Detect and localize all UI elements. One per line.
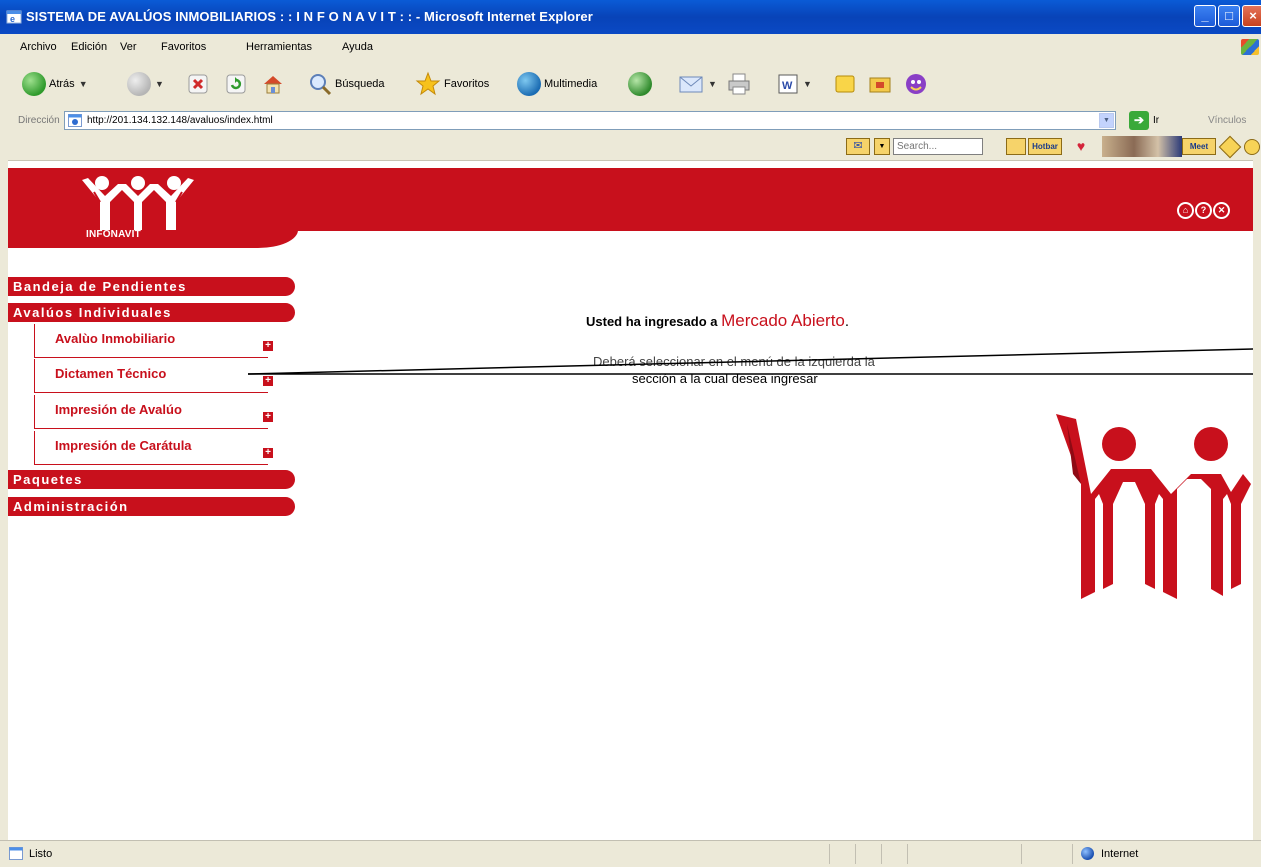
word-icon: W bbox=[778, 74, 798, 94]
heart-icon[interactable]: ♥ bbox=[1066, 138, 1096, 155]
refresh-icon bbox=[226, 74, 246, 94]
research-button[interactable] bbox=[868, 70, 892, 98]
meet-button[interactable]: Meet bbox=[1182, 138, 1216, 155]
envelope-icon: ✉ bbox=[853, 140, 863, 152]
menu-ver[interactable]: Ver bbox=[120, 41, 137, 53]
address-input[interactable] bbox=[87, 113, 1087, 128]
window-frame-left bbox=[0, 160, 8, 840]
folder-icon bbox=[869, 77, 891, 93]
diamond-icon[interactable] bbox=[1218, 135, 1242, 159]
refresh-button[interactable] bbox=[225, 70, 247, 98]
discuss-button[interactable] bbox=[833, 70, 857, 98]
address-field[interactable]: ▼ bbox=[64, 111, 1116, 130]
favorites-button[interactable]: Favoritos bbox=[415, 70, 489, 98]
infonavit-large-logo bbox=[1056, 414, 1251, 599]
edit-button[interactable]: W ▼ bbox=[777, 70, 812, 98]
stop-icon bbox=[188, 74, 208, 94]
multimedia-button[interactable]: Multimedia bbox=[517, 70, 597, 98]
circle-icon[interactable] bbox=[1244, 139, 1260, 155]
address-label: Dirección bbox=[18, 115, 60, 126]
back-button[interactable]: Atrás ▼ bbox=[22, 70, 88, 98]
menu-ayuda[interactable]: Ayuda bbox=[342, 41, 373, 53]
forward-arrow-icon bbox=[127, 72, 151, 96]
maximize-button[interactable]: □ bbox=[1218, 5, 1240, 27]
forward-button[interactable]: ▼ bbox=[127, 70, 164, 98]
messenger-button[interactable] bbox=[903, 70, 929, 98]
print-button[interactable] bbox=[727, 70, 751, 98]
page-content: INFONAVIT ⌂ ? ✕ Bandeja de Pendientes Av… bbox=[8, 168, 1253, 838]
toolbar-search-input[interactable] bbox=[893, 138, 983, 155]
close-window-button[interactable]: × bbox=[1242, 5, 1261, 27]
menu-bar: Archivo Edición Ver Favoritos Herramient… bbox=[0, 34, 1261, 61]
menu-edicion[interactable]: Edición bbox=[71, 41, 107, 53]
window-title: SISTEMA DE AVALÚOS INMOBILIARIOS : : I N… bbox=[26, 9, 593, 24]
back-arrow-icon bbox=[22, 72, 46, 96]
links-button[interactable]: Vínculos bbox=[1208, 115, 1246, 126]
promo-photo[interactable] bbox=[1102, 136, 1182, 157]
printer-icon bbox=[728, 73, 750, 95]
window-title-bar[interactable]: e SISTEMA DE AVALÚOS INMOBILIARIOS : : I… bbox=[0, 0, 1261, 34]
status-bar: Listo Internet bbox=[0, 840, 1261, 867]
stop-button[interactable] bbox=[187, 70, 209, 98]
search-icon bbox=[310, 74, 332, 96]
star-icon bbox=[415, 71, 441, 96]
ie-icon: e bbox=[6, 10, 22, 24]
magnifier-icon[interactable] bbox=[1006, 138, 1026, 155]
window-frame-right bbox=[1253, 160, 1261, 840]
search-button[interactable]: Búsqueda bbox=[308, 70, 385, 98]
search-dropdown-icon[interactable]: ▼ bbox=[874, 138, 890, 155]
history-icon bbox=[628, 72, 652, 96]
go-button[interactable]: Ir bbox=[1153, 115, 1159, 126]
address-bar: Dirección ▼ ➔ Ir Vínculos bbox=[0, 108, 1261, 135]
go-arrow-icon[interactable]: ➔ bbox=[1129, 111, 1149, 130]
internet-zone-icon bbox=[1081, 847, 1094, 860]
address-dropdown-icon[interactable]: ▼ bbox=[1099, 113, 1114, 128]
security-zone: Internet bbox=[1101, 848, 1139, 860]
svg-text:W: W bbox=[782, 80, 793, 92]
history-button[interactable] bbox=[628, 70, 652, 98]
mail-button[interactable]: ▼ bbox=[678, 70, 717, 98]
messenger-icon bbox=[906, 74, 926, 94]
back-dropdown-icon[interactable]: ▼ bbox=[79, 79, 88, 89]
svg-text:e: e bbox=[10, 14, 15, 24]
menu-favoritos[interactable]: Favoritos bbox=[161, 41, 206, 53]
mail-icon bbox=[679, 76, 703, 93]
extra-toolbar: ✉ ▼ Hotbar ♥ Meet bbox=[0, 134, 1261, 161]
note-icon bbox=[835, 75, 855, 93]
home-icon bbox=[264, 76, 282, 94]
windows-logo-icon bbox=[1241, 39, 1259, 55]
hotbar-button[interactable]: Hotbar bbox=[1028, 138, 1062, 155]
envelope-button[interactable]: ✉ bbox=[846, 138, 870, 155]
browser-toolbar: Atrás ▼ ▼ Búsqueda Favoritos Multimedia … bbox=[0, 60, 1261, 109]
page-icon bbox=[68, 114, 82, 127]
menu-herramientas[interactable]: Herramientas bbox=[246, 41, 312, 53]
status-text: Listo bbox=[29, 848, 53, 860]
home-button[interactable] bbox=[261, 70, 285, 98]
page-status-icon bbox=[9, 847, 23, 860]
menu-archivo[interactable]: Archivo bbox=[20, 41, 57, 53]
minimize-button[interactable]: _ bbox=[1194, 5, 1216, 27]
multimedia-icon bbox=[517, 72, 541, 96]
